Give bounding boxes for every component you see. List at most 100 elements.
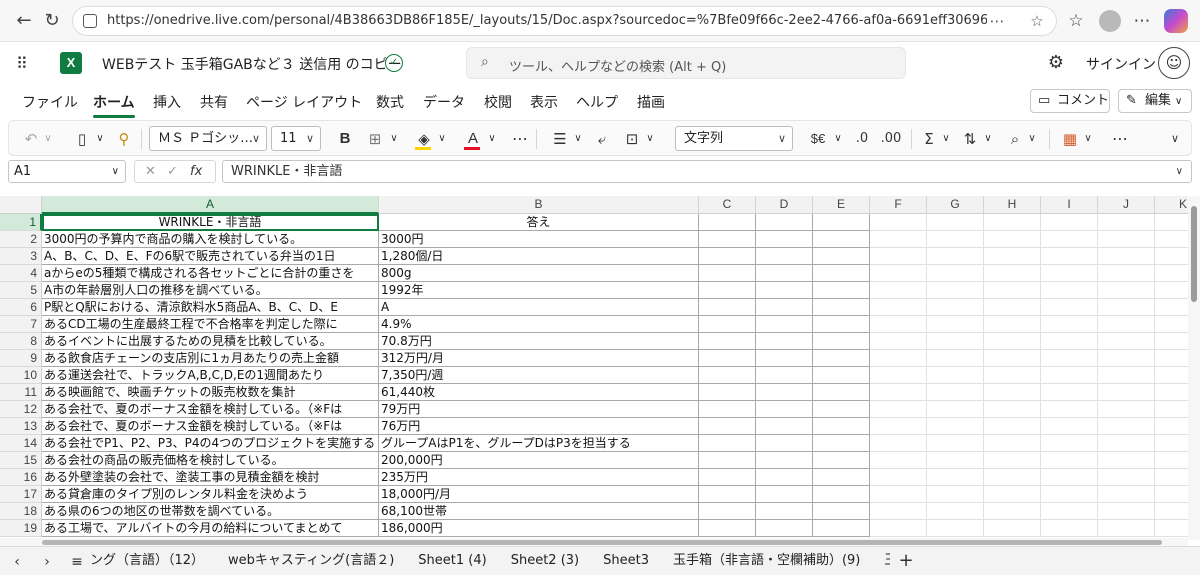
empty-cell[interactable] — [699, 469, 756, 486]
cell-b[interactable]: 61,440枚 — [379, 384, 699, 401]
cell-b[interactable]: グループAはP1を、グループDはP3を担当する — [379, 435, 699, 452]
empty-cell[interactable] — [756, 350, 813, 367]
empty-cell[interactable] — [927, 299, 984, 316]
row-header[interactable]: 4 — [0, 265, 42, 282]
cell-b[interactable]: 68,100世帯 — [379, 503, 699, 520]
paste-icon[interactable]: ▯ — [71, 128, 93, 150]
empty-cell[interactable] — [870, 469, 927, 486]
column-header-c[interactable]: C — [699, 196, 756, 214]
tab-formulas[interactable]: 数式 — [376, 92, 404, 112]
signin-button[interactable]: サインイン — [1086, 54, 1156, 74]
empty-cell[interactable] — [1041, 418, 1098, 435]
empty-cell[interactable] — [813, 435, 870, 452]
row-header[interactable]: 8 — [0, 333, 42, 350]
empty-cell[interactable] — [1155, 503, 1188, 520]
empty-cell[interactable] — [1155, 520, 1188, 537]
empty-cell[interactable] — [870, 333, 927, 350]
empty-cell[interactable] — [1098, 503, 1155, 520]
row-header[interactable]: 6 — [0, 299, 42, 316]
empty-cell[interactable] — [1155, 299, 1188, 316]
number-format-select[interactable]: 文字列 ∨ — [675, 126, 793, 151]
empty-cell[interactable] — [870, 520, 927, 537]
merge-cells-icon[interactable]: ⊡ — [621, 128, 643, 150]
empty-cell[interactable] — [1155, 214, 1188, 231]
column-header-b[interactable]: B — [379, 196, 699, 214]
tab-home[interactable]: ホーム — [93, 92, 135, 118]
cell-a[interactable]: ある会社の商品の販売価格を検討している。 — [42, 452, 379, 469]
vertical-scroll-thumb[interactable] — [1191, 206, 1197, 302]
reload-icon[interactable]: ↻ — [40, 9, 64, 33]
empty-cell[interactable] — [1041, 401, 1098, 418]
site-info-icon[interactable] — [83, 14, 97, 28]
cell-b[interactable]: 3000円 — [379, 231, 699, 248]
tab-review[interactable]: 校閲 — [484, 92, 512, 112]
empty-cell[interactable] — [699, 333, 756, 350]
cancel-icon[interactable]: ✕ — [145, 161, 156, 182]
empty-cell[interactable] — [870, 367, 927, 384]
font-color-icon[interactable]: A — [462, 128, 484, 150]
empty-cell[interactable] — [984, 299, 1041, 316]
cell-a[interactable]: ある外壁塗装の会社で、塗装工事の見積金額を検討 — [42, 469, 379, 486]
empty-cell[interactable] — [813, 299, 870, 316]
format-painter-icon[interactable]: ⚲ — [113, 128, 135, 150]
empty-cell[interactable] — [756, 231, 813, 248]
empty-cell[interactable] — [984, 469, 1041, 486]
cell-a[interactable]: A、B、C、D、E、Fの6駅で販売されている弁当の1日 — [42, 248, 379, 265]
empty-cell[interactable] — [870, 452, 927, 469]
empty-cell[interactable] — [1041, 248, 1098, 265]
cell-b[interactable]: 1,280個/日 — [379, 248, 699, 265]
empty-cell[interactable] — [699, 503, 756, 520]
tab-share[interactable]: 共有 — [200, 92, 228, 112]
empty-cell[interactable] — [1098, 350, 1155, 367]
empty-cell[interactable] — [699, 418, 756, 435]
empty-cell[interactable] — [756, 401, 813, 418]
empty-cell[interactable] — [1098, 469, 1155, 486]
empty-cell[interactable] — [1155, 452, 1188, 469]
empty-cell[interactable] — [699, 350, 756, 367]
row-header[interactable]: 9 — [0, 350, 42, 367]
row-header[interactable]: 1 — [0, 214, 42, 231]
empty-cell[interactable] — [927, 435, 984, 452]
borders-dropdown-icon[interactable]: ∨ — [387, 128, 401, 150]
sheet-tab[interactable]: Sheet3 — [591, 547, 661, 575]
all-sheets-menu-icon[interactable]: ≡ — [68, 553, 86, 571]
app-launcher-icon[interactable]: ⠿ — [16, 54, 36, 74]
empty-cell[interactable] — [813, 469, 870, 486]
document-title[interactable]: WEBテスト 玉手箱GABなど３ 送信用 のコピー — [102, 54, 402, 74]
sheet-tab[interactable]: 玉手箱（非言 — [872, 547, 890, 575]
empty-cell[interactable] — [927, 248, 984, 265]
empty-cell[interactable] — [699, 248, 756, 265]
search-box[interactable]: ⌕ ツール、ヘルプなどの検索 (Alt + Q) — [466, 47, 906, 79]
row-header[interactable]: 18 — [0, 503, 42, 520]
column-header-d[interactable]: D — [756, 196, 813, 214]
insert-function-button[interactable]: fx — [190, 161, 202, 182]
vertical-scrollbar[interactable] — [1188, 196, 1200, 540]
empty-cell[interactable] — [699, 401, 756, 418]
empty-cell[interactable] — [1098, 214, 1155, 231]
saved-status-icon[interactable]: ✓ — [385, 54, 403, 72]
cell-a[interactable]: あるCD工場の生産最終工程で不合格率を判定した際に — [42, 316, 379, 333]
empty-cell[interactable] — [1155, 367, 1188, 384]
empty-cell[interactable] — [756, 418, 813, 435]
empty-cell[interactable] — [1155, 265, 1188, 282]
empty-cell[interactable] — [984, 384, 1041, 401]
empty-cell[interactable] — [870, 299, 927, 316]
empty-cell[interactable] — [1098, 282, 1155, 299]
empty-cell[interactable] — [1041, 486, 1098, 503]
column-header-e[interactable]: E — [813, 196, 870, 214]
cell-a[interactable]: ある映画館で、映画チケットの販売枚数を集計 — [42, 384, 379, 401]
browser-profile-avatar[interactable] — [1099, 10, 1121, 32]
paste-dropdown-icon[interactable]: ∨ — [93, 128, 107, 150]
row-header[interactable]: 19 — [0, 520, 42, 537]
empty-cell[interactable] — [1155, 401, 1188, 418]
row-header[interactable]: 3 — [0, 248, 42, 265]
font-size-select[interactable]: 11 ∨ — [271, 126, 321, 151]
empty-cell[interactable] — [927, 486, 984, 503]
more-font-options-icon[interactable]: ⋯ — [511, 128, 529, 150]
empty-cell[interactable] — [1098, 452, 1155, 469]
bold-button[interactable]: B — [335, 128, 355, 150]
sort-filter-icon[interactable]: ⇅ — [959, 128, 981, 150]
empty-cell[interactable] — [756, 503, 813, 520]
row-header[interactable]: 12 — [0, 401, 42, 418]
expand-formula-chevron-down-icon[interactable]: ∨ — [1176, 161, 1183, 182]
